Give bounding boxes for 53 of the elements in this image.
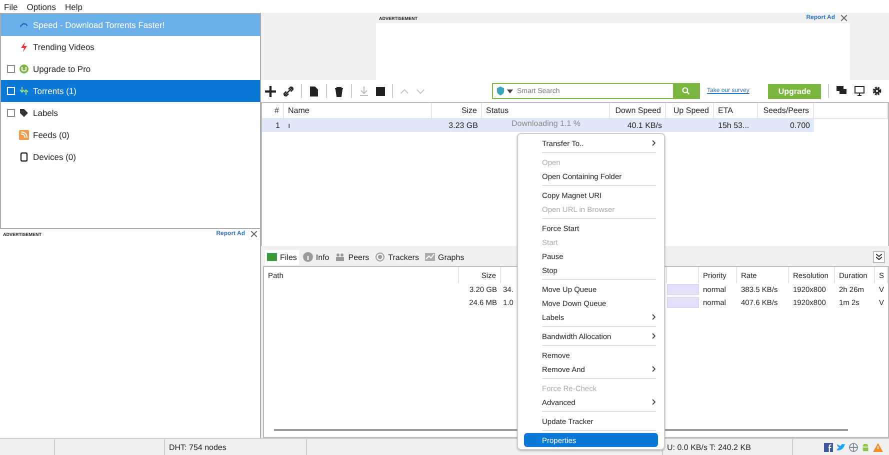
link-icon[interactable] xyxy=(283,86,294,96)
table-cell: Downloading 1.1 % xyxy=(482,119,610,132)
menu-item[interactable]: Options xyxy=(26,2,56,12)
close-icon[interactable] xyxy=(841,15,847,21)
graph-icon xyxy=(424,252,435,262)
sidebar-item[interactable]: Torrents (1) xyxy=(1,80,260,102)
shield-icon xyxy=(496,86,505,96)
arrows-icon xyxy=(19,86,29,96)
table-cell: 40.1 KB/s xyxy=(610,119,666,132)
device-icon xyxy=(19,152,29,162)
sidebar-item[interactable]: Labels xyxy=(1,102,260,124)
logo-icon xyxy=(19,64,29,74)
sidebar-item[interactable]: Devices (0) xyxy=(1,146,260,168)
chat-icon[interactable] xyxy=(836,86,847,96)
plus-icon[interactable] xyxy=(265,86,276,96)
monitor-icon[interactable] xyxy=(854,86,865,96)
table-cell: 15h 53... xyxy=(714,119,758,132)
menu-item[interactable]: Help xyxy=(65,2,82,12)
lightning-icon xyxy=(19,42,29,52)
table-cell: 3.23 GB xyxy=(432,119,482,132)
tag-icon xyxy=(19,108,29,118)
table-cell: 1 xyxy=(262,119,284,132)
table-cell: ı xyxy=(284,119,432,132)
detail-tab[interactable]: Trackers xyxy=(373,250,421,264)
collapse-button[interactable] xyxy=(873,251,885,263)
sidebar-item[interactable]: Feeds (0) xyxy=(1,124,260,146)
settings-icon[interactable] xyxy=(872,86,882,96)
stop-icon[interactable] xyxy=(376,86,385,96)
radio-icon xyxy=(375,252,386,262)
caret-icon xyxy=(507,88,513,94)
file-icon[interactable] xyxy=(309,86,319,96)
folder-icon xyxy=(267,252,277,262)
globe-icon[interactable] xyxy=(849,442,858,452)
expand-icon[interactable] xyxy=(7,65,15,73)
close-icon[interactable] xyxy=(251,231,257,237)
facebook-icon[interactable] xyxy=(824,442,833,452)
search-icon xyxy=(682,87,690,95)
status-text: DHT: 754 nodes xyxy=(165,439,307,455)
trash-icon[interactable] xyxy=(334,86,344,96)
sidebar-item[interactable]: Trending Videos xyxy=(1,36,260,58)
chevron-icon xyxy=(876,254,882,260)
sidebar-item[interactable]: Upgrade to Pro xyxy=(1,58,260,80)
detail-tab[interactable]: Peers xyxy=(333,250,372,264)
people-icon xyxy=(335,252,346,262)
info-icon xyxy=(302,252,313,262)
table-cell: 0.700 xyxy=(758,119,814,132)
expand-icon[interactable] xyxy=(7,109,15,117)
cloud-icon xyxy=(19,20,29,30)
detail-tab[interactable]: Info xyxy=(300,250,332,264)
detail-tab[interactable]: Files xyxy=(265,250,299,264)
detail-tab[interactable]: Graphs xyxy=(422,250,466,264)
menu-item[interactable]: File xyxy=(4,2,18,12)
rss-icon xyxy=(19,130,29,140)
